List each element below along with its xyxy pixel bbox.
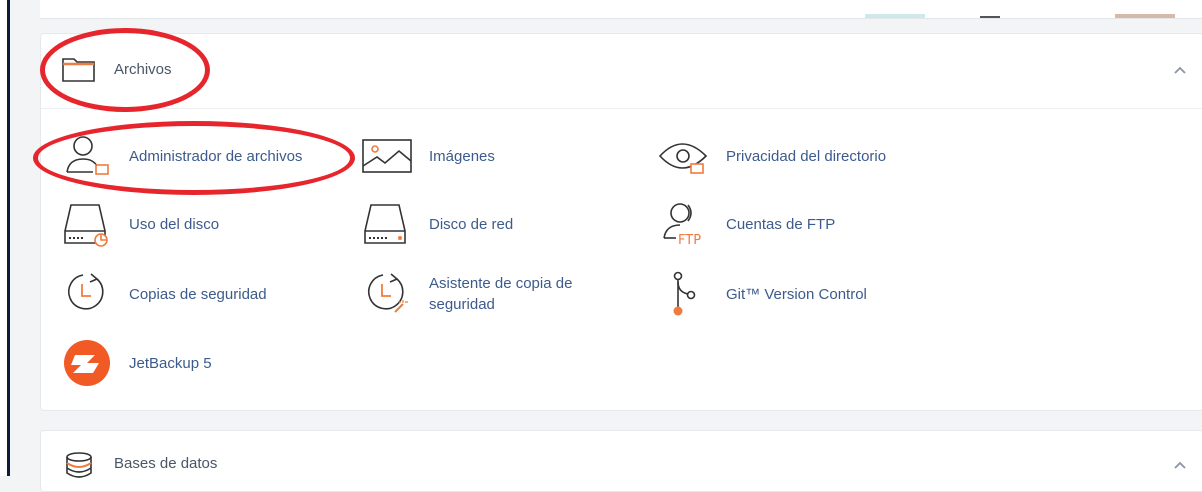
databases-section-title: Bases de datos bbox=[114, 455, 218, 472]
images-icon bbox=[361, 132, 413, 180]
svg-text:FTP: FTP bbox=[678, 233, 701, 248]
git-version-control-item[interactable]: Git™ Version Control bbox=[658, 270, 867, 318]
database-icon bbox=[61, 451, 97, 486]
files-section-title: Archivos bbox=[114, 61, 172, 78]
network-disk-icon bbox=[361, 200, 413, 248]
jetbackup-label: JetBackup 5 bbox=[129, 354, 212, 372]
previous-panel-fragment bbox=[1115, 14, 1175, 18]
backup-icon bbox=[61, 270, 113, 318]
git-icon bbox=[658, 270, 710, 318]
disk-usage-icon bbox=[61, 200, 113, 248]
backup-wizard-label: Asistente de copia de seguridad bbox=[429, 275, 573, 313]
directory-privacy-label: Privacidad del directorio bbox=[726, 147, 887, 165]
left-sidebar-edge bbox=[0, 0, 10, 476]
ftp-accounts-icon: FTP bbox=[658, 200, 710, 248]
jetbackup-item[interactable]: JetBackup 5 bbox=[61, 339, 212, 387]
network-disk-item[interactable]: Disco de red bbox=[361, 200, 513, 248]
previous-panel-fragment bbox=[980, 16, 1000, 18]
backup-wizard-icon bbox=[361, 270, 413, 318]
file-manager-icon bbox=[61, 132, 113, 180]
chevron-up-icon[interactable] bbox=[1173, 62, 1187, 78]
file-manager-label: Administrador de archivos bbox=[129, 147, 303, 165]
git-version-control-label: Git™ Version Control bbox=[726, 285, 867, 303]
folder-icon bbox=[61, 54, 97, 89]
files-panel: Archivos Administrador de archivos Imáge… bbox=[40, 33, 1202, 411]
directory-privacy-item[interactable]: Privacidad del directorio bbox=[658, 132, 886, 180]
network-disk-label: Disco de red bbox=[429, 215, 514, 233]
ftp-accounts-item[interactable]: FTP Cuentas de FTP bbox=[658, 200, 835, 248]
disk-usage-item[interactable]: Uso del disco bbox=[61, 200, 219, 248]
backup-wizard-item[interactable]: Asistente de copia de seguridad bbox=[361, 270, 619, 318]
previous-panel-edge bbox=[40, 0, 1202, 19]
images-item[interactable]: Imágenes bbox=[361, 132, 495, 180]
backup-label: Copias de seguridad bbox=[129, 285, 267, 303]
files-panel-header[interactable]: Archivos bbox=[41, 34, 1202, 109]
file-manager-item[interactable]: Administrador de archivos bbox=[61, 132, 302, 180]
jetbackup-icon bbox=[61, 339, 113, 387]
databases-panel: Bases de datos bbox=[40, 430, 1202, 492]
previous-panel-fragment bbox=[865, 14, 925, 18]
disk-usage-label: Uso del disco bbox=[129, 215, 220, 233]
images-label: Imágenes bbox=[429, 147, 495, 165]
ftp-accounts-label: Cuentas de FTP bbox=[726, 215, 836, 233]
backup-item[interactable]: Copias de seguridad bbox=[61, 270, 267, 318]
directory-privacy-icon bbox=[658, 132, 710, 180]
chevron-up-icon[interactable] bbox=[1173, 457, 1187, 475]
